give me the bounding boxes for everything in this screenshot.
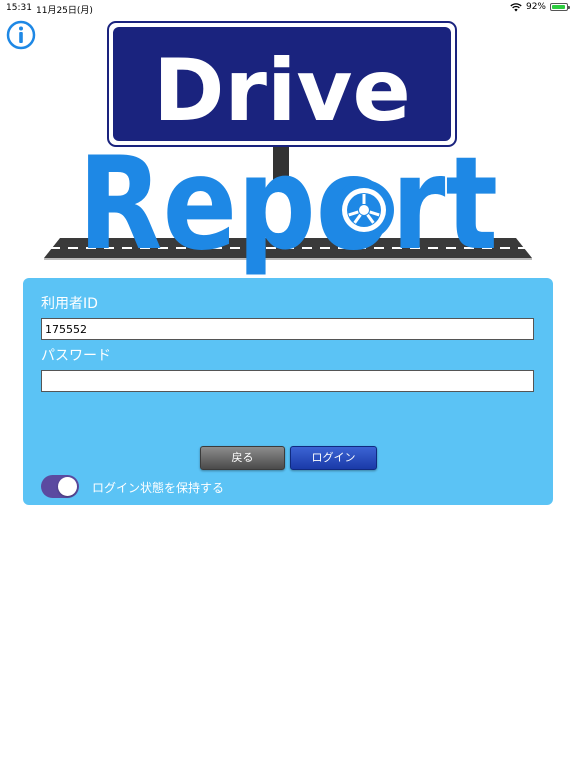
battery-icon xyxy=(550,3,570,11)
status-date: 11月25日(月) xyxy=(36,6,93,16)
battery-percent: 92% xyxy=(525,2,546,12)
drive-report-logo: Drive Report xyxy=(44,21,532,279)
logo-report-text: Report xyxy=(78,130,498,279)
user-id-label: 利用者ID xyxy=(41,296,98,312)
logo-drive-text: Drive xyxy=(153,41,411,141)
password-input[interactable] xyxy=(41,370,534,392)
password-label: パスワード xyxy=(41,348,111,364)
back-button[interactable]: 戻る xyxy=(200,446,285,470)
keep-login-label: ログイン状態を保持する xyxy=(92,481,225,495)
tire-icon xyxy=(334,180,394,240)
status-time: 15:31 xyxy=(6,3,32,13)
wifi-icon xyxy=(510,2,522,11)
info-icon xyxy=(6,20,36,50)
keep-login-toggle[interactable] xyxy=(41,475,79,498)
info-button[interactable] xyxy=(6,20,36,50)
drive-sign: Drive xyxy=(107,21,457,147)
user-id-input[interactable] xyxy=(41,318,534,340)
battery-fill xyxy=(552,5,565,9)
toggle-knob xyxy=(58,477,77,496)
login-button[interactable]: ログイン xyxy=(290,446,377,470)
status-bar: 15:31 11月25日(月) 92% xyxy=(0,0,576,16)
login-panel: 利用者ID パスワード 戻る ログイン ログイン状態を保持する xyxy=(23,278,553,505)
status-indicators: 92% xyxy=(510,2,570,12)
